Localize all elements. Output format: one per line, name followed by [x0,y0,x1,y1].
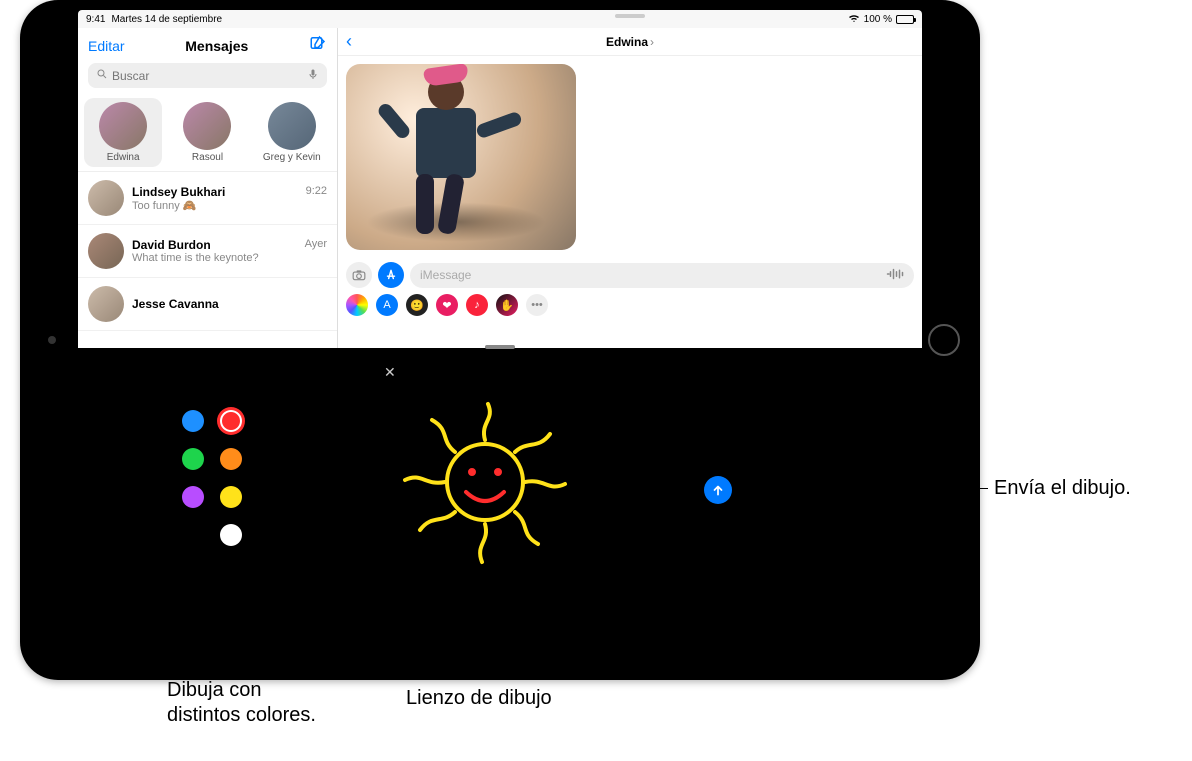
pinned-label: Rasoul [192,152,223,163]
audio-wave-icon[interactable] [886,267,904,284]
photos-app-icon[interactable] [346,294,368,316]
more-apps-icon[interactable]: ••• [526,294,548,316]
camera-icon[interactable] [346,262,372,288]
callout-line [752,488,988,489]
conversation-time: 9:22 [306,185,327,199]
callout-line [228,592,229,672]
callout-canvas: Lienzo de dibujo [406,686,552,711]
callout-send: Envía el dibujo. [994,476,1131,501]
close-icon[interactable]: ✕ [384,364,396,381]
status-date: Martes 14 de septiembre [111,14,222,25]
back-icon[interactable]: ‹ [346,31,352,52]
home-button[interactable] [928,324,960,356]
avatar [183,102,231,150]
conversation-row[interactable]: Jesse Cavanna [78,278,337,331]
message-input[interactable]: iMessage [410,263,914,288]
store-app-icon[interactable]: A [376,294,398,316]
ipad-frame: 9:41 Martes 14 de septiembre 100 % Edita… [20,0,980,680]
pinned-label: Edwina [107,152,140,163]
chat-pane: ‹ Edwina› [338,28,922,348]
chat-contact-name[interactable]: Edwina [606,35,648,49]
status-bar: 9:41 Martes 14 de septiembre 100 % [78,10,922,28]
color-swatch-yellow[interactable] [220,486,242,508]
pinned-contact[interactable]: Edwina [84,98,162,167]
drawing-sun [400,392,570,582]
drawing-canvas[interactable]: ✕ [378,358,588,618]
conversation-name: David Burdon [132,238,211,252]
pinned-contact[interactable]: Rasoul [168,98,246,167]
avatar [99,102,147,150]
color-swatch-blue[interactable] [182,410,204,432]
digitaltouch-app-icon[interactable]: ✋ [496,294,518,316]
callout-colors: Dibuja condistintos colores. [167,678,316,728]
search-icon [96,68,108,83]
conversation-row[interactable]: Lindsey Bukhari 9:22 Too funny 🙈 [78,172,337,225]
music-app-icon[interactable]: ♪ [466,294,488,316]
app-store-icon[interactable] [378,262,404,288]
multitask-handle[interactable] [615,14,645,18]
pinned-label: Greg y Kevin [263,152,321,163]
color-swatch-red[interactable] [220,410,242,432]
camera-dot [48,336,56,344]
conversation-preview: What time is the keynote? [132,252,327,264]
search-field[interactable] [88,63,327,88]
conversation-preview: Too funny 🙈 [132,199,327,212]
battery-icon [896,15,914,24]
color-swatch-purple[interactable] [182,486,204,508]
drag-handle[interactable] [485,345,515,349]
color-swatch-green[interactable] [182,448,204,470]
battery-percent: 100 % [864,14,892,25]
digitaltouch-hearts-icon[interactable]: ❤ [436,294,458,316]
send-button[interactable] [704,476,732,504]
color-swatch-orange[interactable] [220,448,242,470]
status-time: 9:41 [86,14,105,25]
mic-icon[interactable] [307,67,319,84]
message-placeholder: iMessage [420,268,471,282]
conversation-time: Ayer [305,238,327,252]
avatar [88,233,124,269]
conversation-name: Lindsey Bukhari [132,185,225,199]
memoji-app-icon[interactable]: 🙂 [406,294,428,316]
avatar [88,286,124,322]
pinned-contact[interactable]: Greg y Kevin [253,98,331,167]
wifi-icon [848,13,860,26]
digital-touch-panel: ✕ [78,348,922,670]
conversations-sidebar: Editar Mensajes [78,28,338,348]
app-drawer: A 🙂 ❤ ♪ ✋ ••• [338,292,922,322]
avatar [268,102,316,150]
search-input[interactable] [112,69,307,83]
conversation-name: Jesse Cavanna [132,297,219,311]
sidebar-title: Mensajes [185,38,248,54]
conversation-row[interactable]: David Burdon Ayer What time is the keynot… [78,225,337,278]
avatar [88,180,124,216]
color-palette [182,410,246,552]
callout-brace [180,572,276,592]
chevron-right-icon: › [650,35,654,49]
edit-button[interactable]: Editar [88,38,125,54]
compose-icon[interactable] [309,34,327,57]
callout-line [480,636,481,680]
photo-message[interactable] [346,64,576,250]
color-swatch-white[interactable] [220,524,242,546]
